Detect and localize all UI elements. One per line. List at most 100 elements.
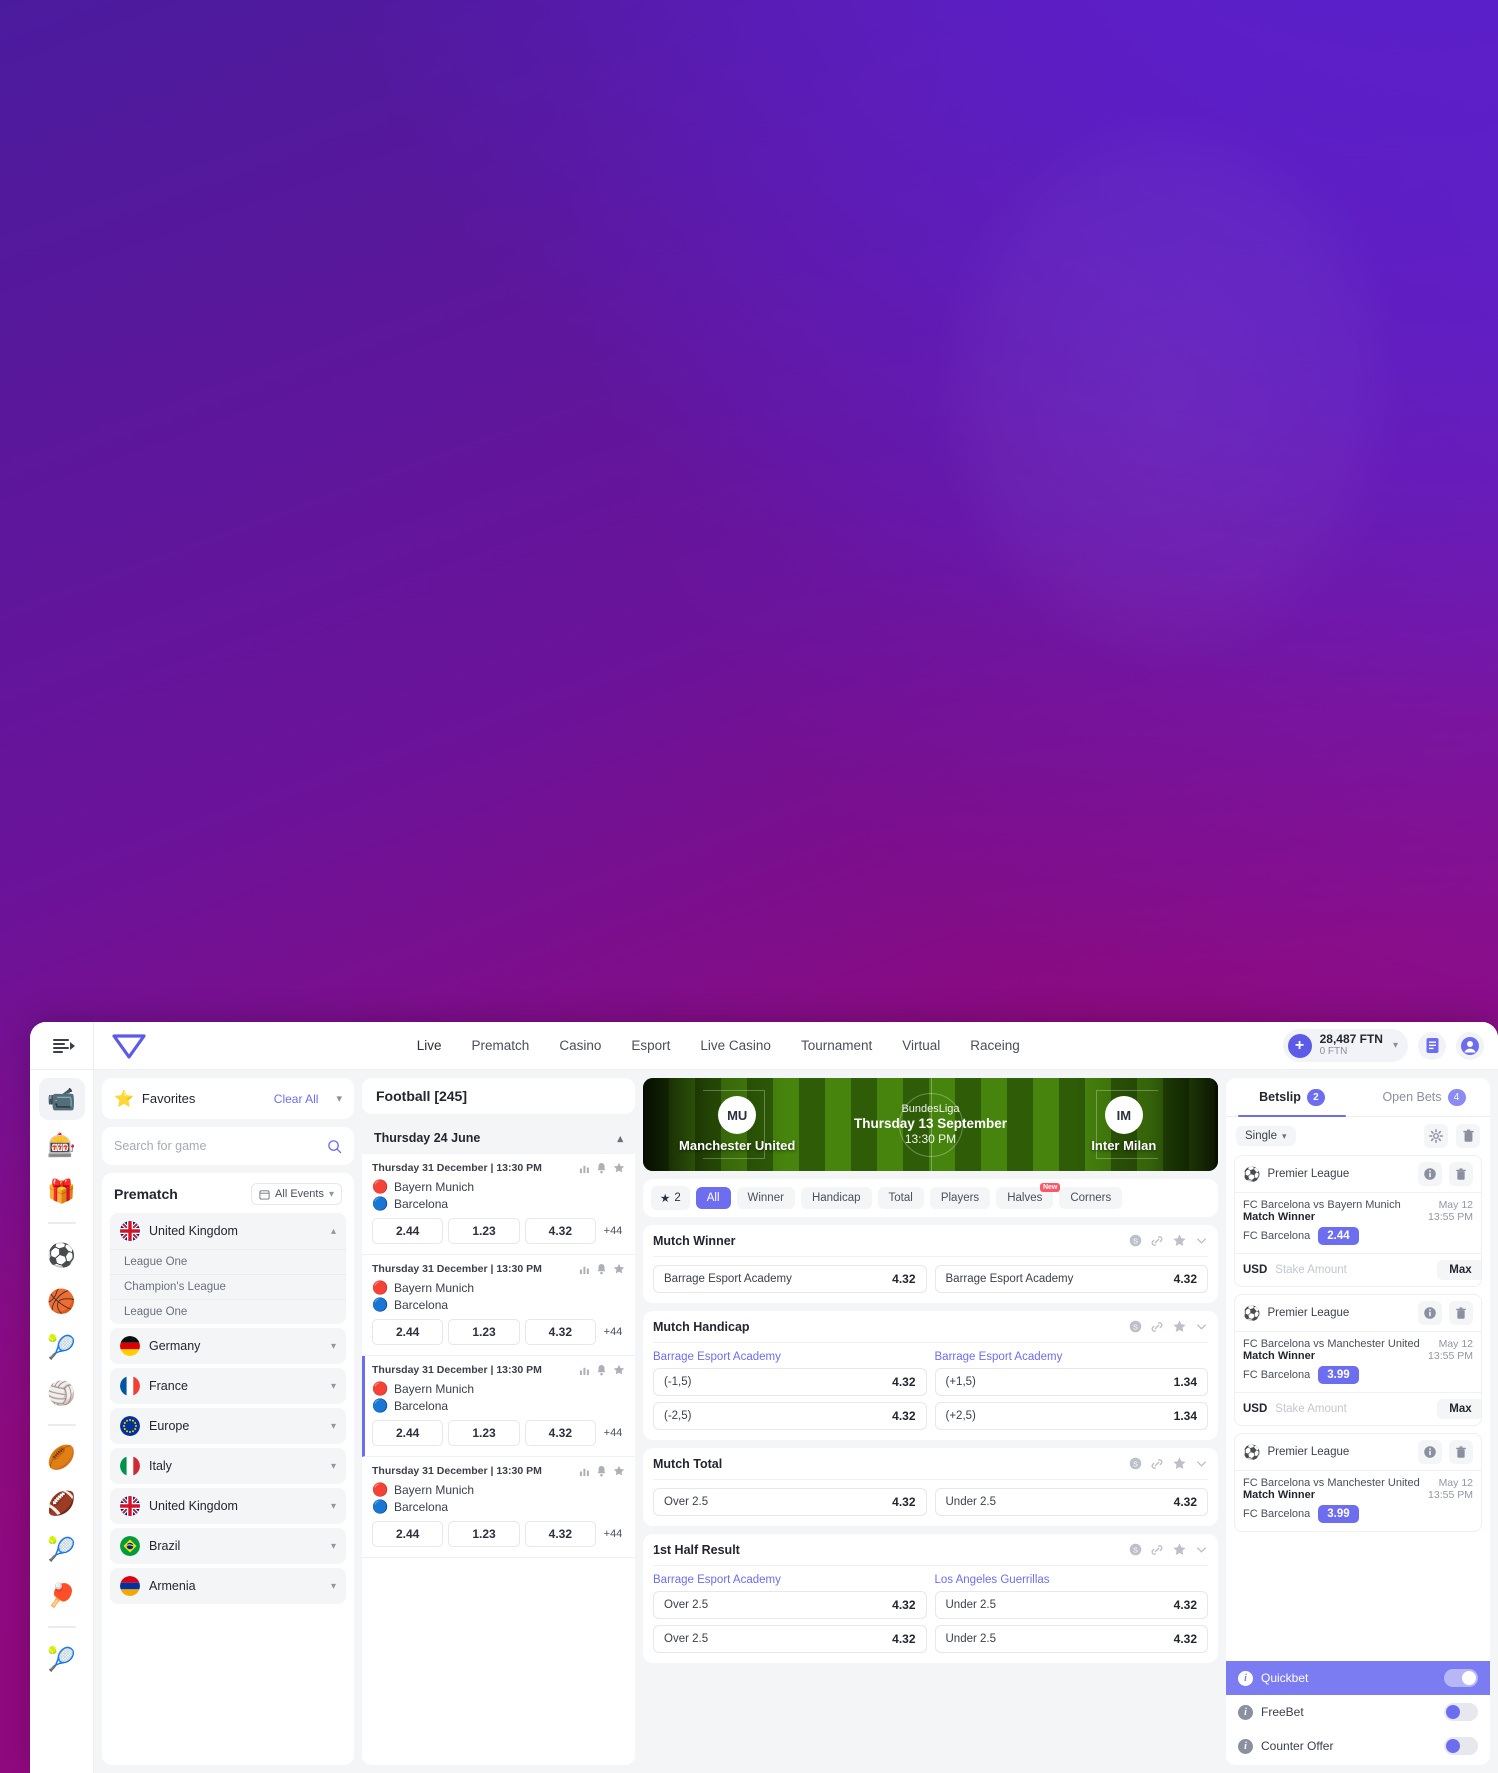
league-item[interactable]: Champion's League [110,1274,346,1299]
odd-button[interactable]: 1.23 [448,1218,520,1244]
stats-icon[interactable]: S [1129,1320,1142,1333]
link-icon[interactable] [1150,1320,1164,1334]
odd-button[interactable]: 4.32 [524,1218,596,1244]
star-icon[interactable] [613,1263,625,1275]
country-row-france[interactable]: France ▾ [110,1368,346,1404]
nav-link-esport[interactable]: Esport [631,1038,670,1053]
odd-button[interactable]: 1.23 [448,1420,520,1446]
star-icon[interactable] [1172,1233,1187,1248]
more-markets-link[interactable]: +44 [601,1225,625,1237]
odd-button[interactable]: 4.32 [524,1420,596,1446]
stats-icon[interactable] [579,1163,590,1174]
chevron-down-icon[interactable]: ▾ [331,1541,336,1552]
country-row-united-kingdom[interactable]: United Kingdom ▾ [110,1488,346,1524]
clear-all-button[interactable]: Clear All [274,1092,319,1106]
bet-mode-selector[interactable]: Single ▾ [1236,1126,1296,1146]
market-tab-winner[interactable]: Winner [736,1187,795,1209]
chevron-down-icon[interactable]: ▾ [331,1381,336,1392]
match-row[interactable]: Thursday 31 December | 13:30 PM 🔴 Bayern M… [362,1457,635,1558]
odd-button[interactable]: 1.23 [448,1521,520,1547]
favorites-row[interactable]: ⭐ Favorites Clear All ▾ [102,1078,354,1119]
market-option[interactable]: (-2,5) 4.32 [653,1402,927,1430]
chevron-up-icon[interactable]: ▴ [331,1226,336,1237]
country-row-armenia[interactable]: Armenia ▾ [110,1568,346,1604]
country-row-brazil[interactable]: Brazil ▾ [110,1528,346,1564]
chevron-down-icon[interactable]: ▾ [331,1501,336,1512]
account-button[interactable] [1456,1031,1484,1060]
market-option[interactable]: Over 2.5 4.32 [653,1625,927,1653]
balance-widget[interactable]: + 28,487 FTN 0 FTN ▾ [1282,1029,1408,1062]
rail-item-table-tennis[interactable]: 🏓 [39,1574,85,1616]
market-tab-players[interactable]: Players [929,1187,991,1209]
odd-button[interactable]: 2.44 [372,1420,444,1446]
star-icon[interactable] [1172,1542,1187,1557]
nav-link-prematch[interactable]: Prematch [472,1038,530,1053]
bet-info-button[interactable] [1418,1162,1442,1186]
star-icon[interactable] [613,1465,625,1477]
market-option[interactable]: Over 2.5 4.32 [653,1488,927,1516]
market-tab-halves[interactable]: Halves New [996,1183,1061,1209]
nav-link-tournament[interactable]: Tournament [801,1038,872,1053]
bet-info-button[interactable] [1418,1301,1442,1325]
stats-icon[interactable] [579,1466,590,1477]
search-input[interactable] [114,1139,327,1153]
country-row-europe[interactable]: Europe ▾ [110,1408,346,1444]
bell-icon[interactable] [596,1364,607,1376]
league-item[interactable]: League One [110,1299,346,1324]
bet-remove-button[interactable] [1449,1301,1473,1325]
link-icon[interactable] [1150,1457,1164,1471]
rail-item-american-football[interactable]: 🏈 [39,1482,85,1524]
market-tab-corners[interactable]: Corners [1059,1187,1123,1209]
market-option[interactable]: Barrage Esport Academy 4.32 [934,1265,1208,1293]
chevron-down-icon[interactable]: ▾ [1393,1040,1398,1051]
match-row[interactable]: Thursday 31 December | 13:30 PM 🔴 Bayern M… [362,1356,635,1457]
nav-link-casino[interactable]: Casino [559,1038,601,1053]
rail-item-volleyball[interactable]: 🏐 [39,1372,85,1414]
odd-button[interactable]: 2.44 [372,1218,444,1244]
rail-item-basketball[interactable]: 🏀 [39,1280,85,1322]
search-box[interactable] [102,1127,354,1165]
betslip-clear-button[interactable] [1456,1124,1480,1148]
bet-remove-button[interactable] [1449,1440,1473,1464]
odd-button[interactable]: 4.32 [524,1319,596,1345]
search-icon[interactable] [327,1139,342,1154]
bell-icon[interactable] [596,1465,607,1477]
chevron-down-icon[interactable]: ▾ [331,1581,336,1592]
market-option[interactable]: Barrage Esport Academy 4.32 [653,1265,927,1293]
stats-icon[interactable] [579,1264,590,1275]
betslip-settings-button[interactable] [1424,1124,1448,1148]
more-markets-link[interactable]: +44 [601,1326,625,1338]
nav-link-raceing[interactable]: Raceing [970,1038,1020,1053]
country-row-italy[interactable]: Italy ▾ [110,1448,346,1484]
link-icon[interactable] [1150,1234,1164,1248]
tab-betslip[interactable]: Betslip 2 [1226,1078,1358,1117]
star-icon[interactable] [1172,1456,1187,1471]
all-events-filter[interactable]: All Events ▾ [251,1183,342,1205]
tab-open-bets[interactable]: Open Bets 4 [1358,1078,1490,1116]
country-row-germany[interactable]: Germany ▾ [110,1328,346,1364]
toggle-switch[interactable] [1444,1737,1478,1755]
brand-logo[interactable] [112,1033,154,1059]
market-option[interactable]: (-1,5) 4.32 [653,1368,927,1396]
bet-info-button[interactable] [1418,1440,1442,1464]
market-tab-handicap[interactable]: Handicap [800,1187,872,1209]
rail-menu-toggle[interactable] [30,1022,93,1070]
statements-button[interactable] [1418,1031,1446,1060]
stats-icon[interactable]: S [1129,1234,1142,1247]
rail-item-tennis[interactable]: 🎾 [39,1326,85,1368]
stake-input[interactable] [1275,1403,1430,1415]
odd-button[interactable]: 1.23 [448,1319,520,1345]
market-option[interactable]: (+2,5) 1.34 [934,1402,1208,1430]
chevron-up-icon[interactable]: ▴ [617,1132,623,1145]
chevron-down-icon[interactable]: ▾ [331,1341,336,1352]
toggle-row-counter-offer[interactable]: i Counter Offer [1226,1729,1490,1763]
rail-item-football[interactable]: ⚽ [39,1234,85,1276]
market-option[interactable]: Over 2.5 4.32 [653,1591,927,1619]
rail-item-gifts[interactable]: 🎁 [39,1170,85,1212]
link-icon[interactable] [1150,1543,1164,1557]
odd-button[interactable]: 2.44 [372,1521,444,1547]
stats-icon[interactable]: S [1129,1457,1142,1470]
stats-icon[interactable]: S [1129,1543,1142,1556]
rail-item-live-stream[interactable]: 📹 [38,1078,85,1120]
max-stake-button[interactable]: Max [1437,1399,1481,1419]
